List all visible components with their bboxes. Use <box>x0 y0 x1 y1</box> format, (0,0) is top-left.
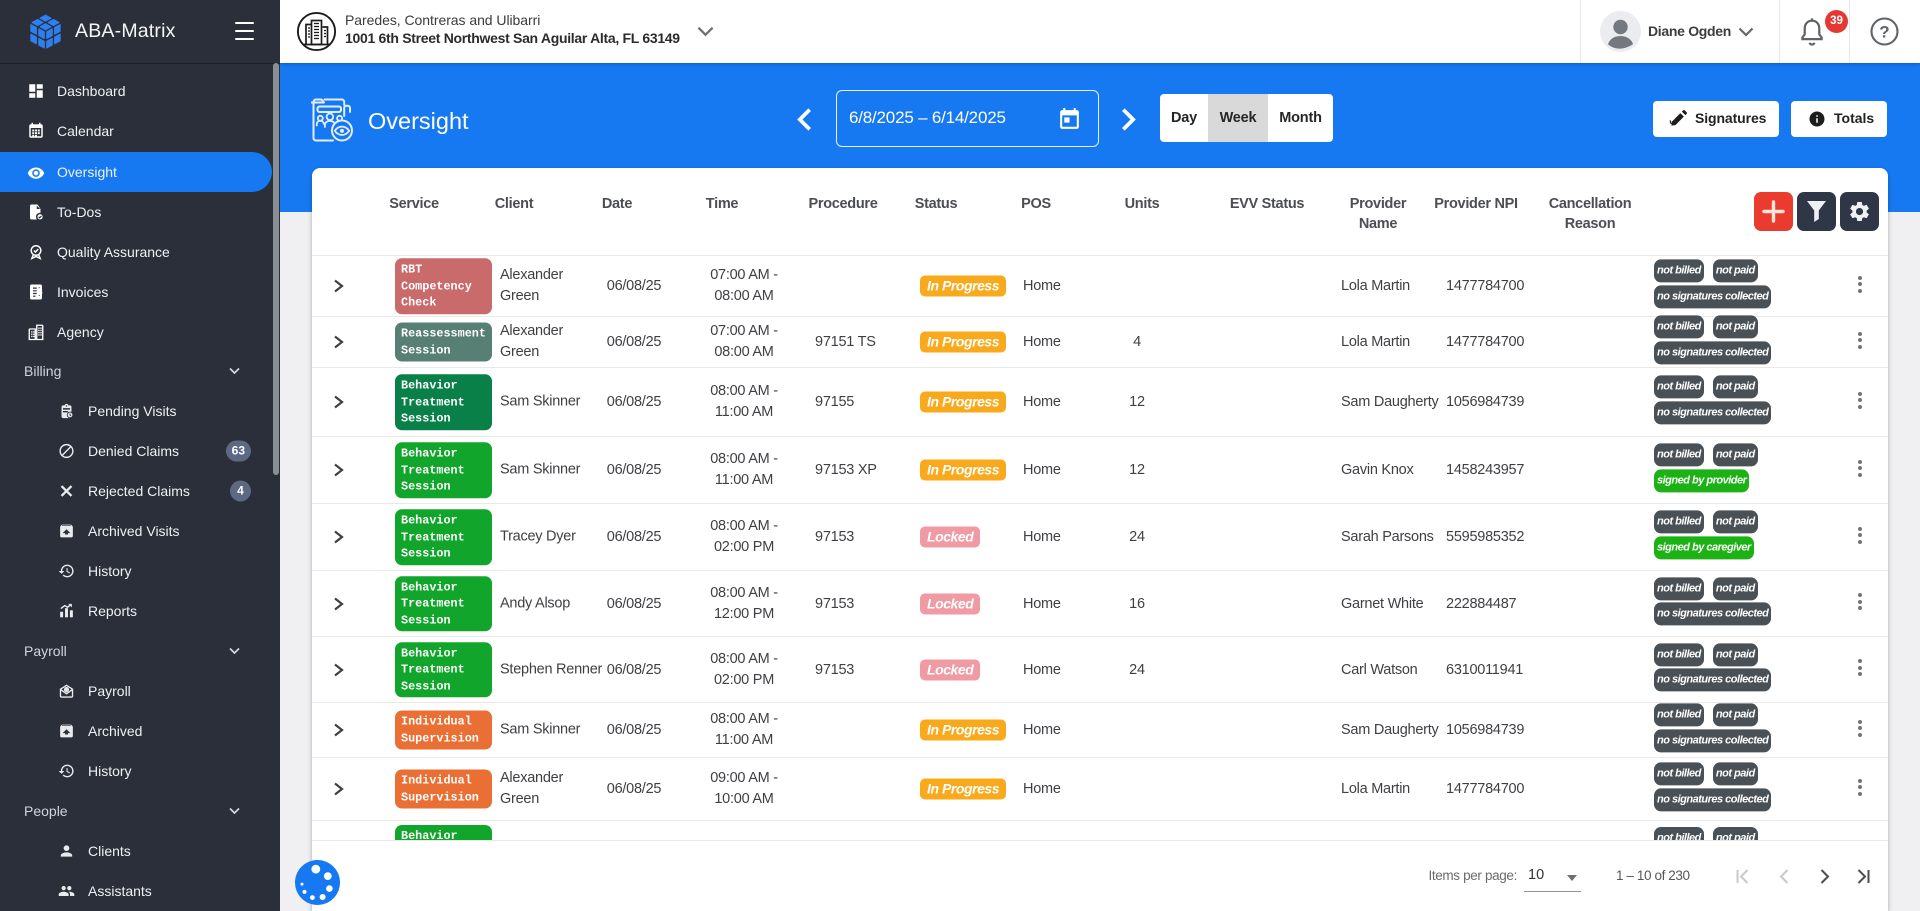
svg-text:$: $ <box>39 290 43 296</box>
svg-text:?: ? <box>1879 23 1889 42</box>
svg-text:$: $ <box>65 688 68 694</box>
